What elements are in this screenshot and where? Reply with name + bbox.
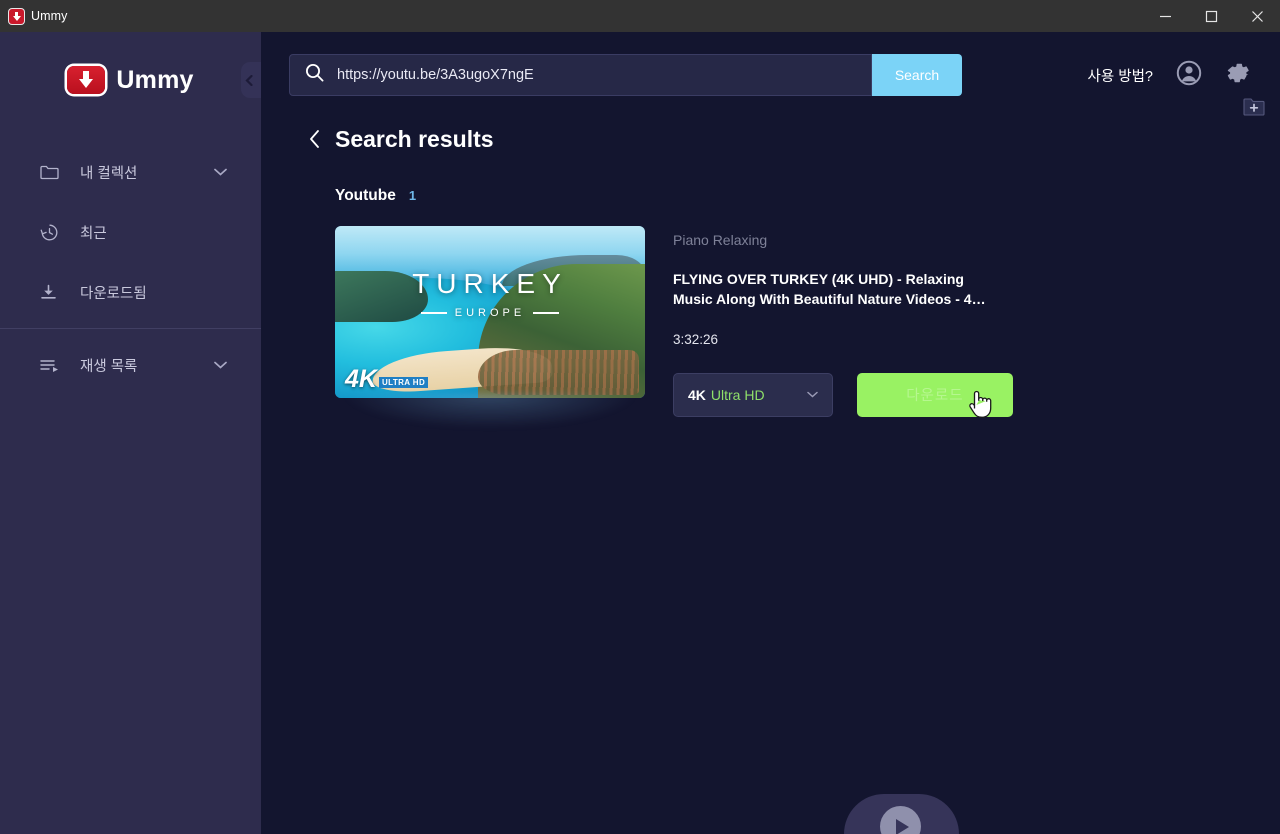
window-titlebar: Ummy	[0, 0, 1280, 32]
quality-name-label: Ultra HD	[710, 386, 765, 403]
video-duration: 3:32:26	[673, 331, 719, 347]
download-icon	[40, 284, 62, 301]
how-to-link[interactable]: 사용 방법?	[1088, 65, 1153, 86]
sidebar-item-my-collection[interactable]: 내 컬렉션	[0, 142, 261, 202]
settings-button[interactable]	[1225, 60, 1251, 91]
thumbnail-town	[477, 349, 639, 395]
result-item: TURKEY EUROPE 4K ULTRA HD Piano Relaxing…	[261, 226, 1280, 428]
search-bar: https://youtu.be/3A3ugoX7ngE Search	[289, 54, 962, 96]
sidebar-divider	[0, 328, 261, 329]
thumbnail-wrapper: TURKEY EUROPE 4K ULTRA HD	[335, 226, 645, 428]
chevron-down-icon[interactable]	[214, 357, 227, 373]
chevron-left-icon	[310, 130, 319, 148]
search-results: Search results Youtube 1 TURKEY EUROPE 4…	[261, 116, 1280, 428]
thumbnail-caption: TURKEY EUROPE	[335, 268, 645, 320]
caption-rule-left	[420, 312, 447, 314]
window-title: Ummy	[31, 9, 68, 23]
maximize-button[interactable]	[1188, 0, 1234, 32]
search-button[interactable]: Search	[872, 54, 962, 96]
folder-icon	[40, 164, 62, 180]
ummy-app-icon	[9, 8, 24, 24]
section-source-label: Youtube	[335, 187, 396, 204]
top-bar: https://youtu.be/3A3ugoX7ngE Search 사용 방…	[261, 32, 1280, 116]
chevron-left-icon	[245, 74, 253, 86]
section-count-badge: 1	[408, 188, 417, 203]
thumbnail-quality-badge: 4K ULTRA HD	[345, 364, 429, 393]
channel-name: Piano Relaxing	[673, 232, 768, 248]
ummy-logo-icon	[67, 66, 106, 94]
thumbnail-glow	[345, 394, 635, 428]
thumbnail-country-text: TURKEY	[412, 268, 568, 299]
sidebar-item-label: 다운로드됨	[80, 285, 147, 302]
history-icon	[40, 223, 62, 242]
sidebar-item-label: 재생 목록	[80, 358, 138, 375]
quality-select[interactable]: 4K Ultra HD	[673, 372, 833, 417]
window-controls	[1142, 0, 1280, 32]
sidebar-item-playlist[interactable]: 재생 목록	[0, 335, 261, 395]
download-button[interactable]: 다운로드	[856, 372, 1013, 417]
badge-quality-text: ULTRA HD	[378, 377, 429, 388]
chevron-down-icon[interactable]	[214, 164, 227, 180]
top-bar-actions: 사용 방법?	[1088, 54, 1251, 96]
gear-icon	[1227, 63, 1249, 82]
brand: Ummy	[0, 36, 261, 124]
caption-rule-right	[533, 312, 560, 314]
chevron-down-icon	[807, 391, 818, 398]
sidebar-nav: 내 컬렉션 최근 다운로드됨 재생 목록	[0, 142, 261, 395]
page-title: Search results	[335, 125, 494, 152]
titlebar-left: Ummy	[0, 8, 68, 24]
thumbnail-region-text: EUROPE	[454, 307, 526, 319]
sidebar-item-label: 내 컬렉션	[80, 165, 138, 182]
search-input[interactable]: https://youtu.be/3A3ugoX7ngE	[289, 54, 872, 96]
badge-resolution-text: 4K	[345, 364, 377, 393]
quality-resolution-label: 4K	[688, 386, 706, 403]
account-button[interactable]	[1176, 60, 1202, 91]
thumbnail-region: EUROPE	[335, 307, 645, 319]
main-content: https://youtu.be/3A3ugoX7ngE Search 사용 방…	[261, 32, 1280, 834]
play-icon	[896, 818, 909, 834]
sidebar-item-label: 최근	[80, 225, 107, 242]
results-header: Search results	[261, 116, 1280, 162]
video-thumbnail[interactable]: TURKEY EUROPE 4K ULTRA HD	[335, 226, 645, 398]
close-button[interactable]	[1234, 0, 1280, 32]
app-window: Ummy Ummy 내 컬렉션 최근 다운로드됨 재생 목록 https://y…	[0, 0, 1280, 834]
minimize-button[interactable]	[1142, 0, 1188, 32]
folder-plus-icon	[1243, 97, 1265, 116]
brand-name: Ummy	[116, 65, 194, 94]
video-title[interactable]: FLYING OVER TURKEY (4K UHD) - Relaxing M…	[673, 270, 991, 310]
sidebar: Ummy 내 컬렉션 최근 다운로드됨 재생 목록	[0, 32, 261, 834]
collapse-sidebar-button[interactable]	[241, 62, 261, 98]
playlist-icon	[40, 358, 62, 372]
result-actions: 4K Ultra HD 다운로드	[673, 372, 1013, 417]
result-info: Piano Relaxing FLYING OVER TURKEY (4K UH…	[673, 226, 1013, 417]
sidebar-item-downloaded[interactable]: 다운로드됨	[0, 262, 261, 322]
results-section-header: Youtube 1	[261, 187, 1280, 205]
account-circle-icon	[1176, 60, 1202, 85]
search-icon	[305, 63, 324, 87]
search-input-value: https://youtu.be/3A3ugoX7ngE	[337, 67, 534, 83]
back-button[interactable]	[309, 130, 320, 148]
sidebar-item-recent[interactable]: 최근	[0, 202, 261, 262]
